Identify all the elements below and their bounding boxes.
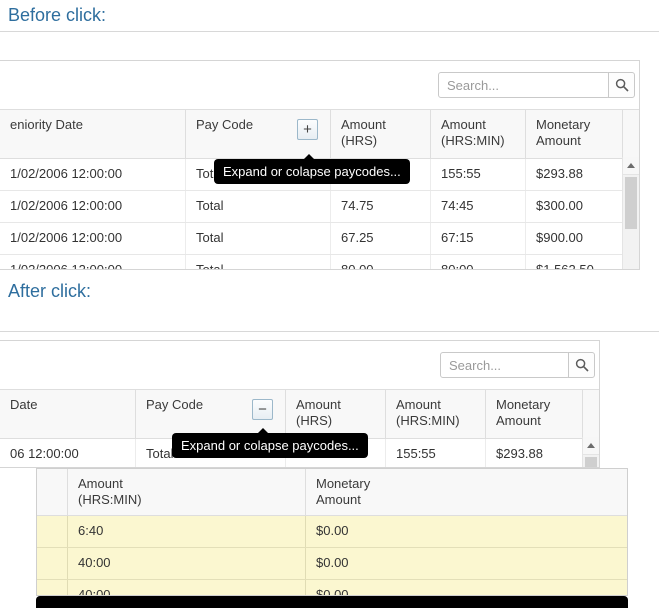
cell-seniority-date: 1/02/2006 12:00:00 — [0, 191, 185, 222]
column-header-seniority-date[interactable]: eniority Date — [0, 110, 185, 158]
search-button[interactable] — [568, 352, 595, 378]
cell-spacer — [37, 516, 67, 547]
cell-monetary-amount: $900.00 — [525, 223, 622, 254]
header-spacer — [622, 110, 638, 158]
header-row: Date Pay Code − Amount (HRS) Amount (HRS… — [0, 389, 599, 439]
cell-monetary-amount: $0.00 — [305, 548, 627, 579]
cell-monetary-amount: $293.88 — [485, 439, 582, 468]
header-row: Amount (HRS:MIN) Monetary Amount — [37, 469, 627, 516]
table-row[interactable]: 1/02/2006 12:00:00 Total 74.75 74:45 $30… — [0, 191, 639, 223]
column-header-pay-code[interactable]: Pay Code + — [185, 110, 330, 158]
expand-paycodes-button[interactable]: + — [297, 119, 318, 140]
cell-monetary-amount: $293.88 — [525, 159, 622, 190]
column-header-monetary-amount[interactable]: Monetary Amount — [485, 390, 582, 438]
scroll-up-icon — [627, 163, 635, 168]
column-header-amount-hrs[interactable]: Amount (HRS) — [285, 390, 385, 438]
cell-amount-hrsmin: 40:00 — [67, 548, 305, 579]
cell-amount-hrs: 74.75 — [330, 191, 430, 222]
search-icon — [615, 78, 629, 92]
column-header-amount-hrsmin[interactable]: Amount (HRS:MIN) — [430, 110, 525, 158]
search-button[interactable] — [608, 72, 635, 98]
column-header-monetary-amount[interactable]: Monetary Amount — [305, 469, 627, 515]
cell-monetary-amount: $1,562.50 — [525, 255, 622, 270]
cell-spacer — [37, 548, 67, 579]
column-header-spacer — [37, 469, 67, 515]
cell-pay-code: Total — [185, 191, 330, 222]
tooltip-callout-icon — [304, 154, 314, 159]
page: { "headings": { "before": "Before click:… — [0, 0, 659, 608]
cell-amount-hrsmin: 40:00 — [67, 580, 305, 596]
cell-spacer — [37, 580, 67, 596]
table-row[interactable]: 40:00 $0.00 — [37, 580, 627, 596]
vertical-scrollbar[interactable] — [622, 157, 639, 270]
cell-monetary-amount: $0.00 — [305, 516, 627, 547]
header-spacer — [582, 390, 598, 438]
cell-amount-hrsmin: 67:15 — [430, 223, 525, 254]
cutoff-tooltip — [36, 596, 628, 608]
after-heading: After click: — [8, 281, 91, 302]
collapse-paycodes-button[interactable]: − — [252, 399, 273, 420]
cell-amount-hrsmin: 155:55 — [385, 439, 485, 468]
divider — [0, 31, 659, 32]
tooltip-text: Expand or colapse paycodes... — [181, 438, 359, 453]
grid-toolbar — [0, 341, 599, 389]
header-row: eniority Date Pay Code + Amount (HRS) Am… — [0, 109, 639, 159]
tooltip-callout-icon — [258, 428, 268, 433]
cell-pay-code: Total — [185, 255, 330, 270]
cell-amount-hrsmin: 155:55 — [430, 159, 525, 190]
cell-seniority-date: 1/02/2006 12:00:00 — [0, 159, 185, 190]
column-header-amount-hrs[interactable]: Amount (HRS) — [330, 110, 430, 158]
scroll-up-icon — [587, 443, 595, 448]
cell-monetary-amount: $0.00 — [305, 580, 627, 596]
expanded-paycodes-grid: Amount (HRS:MIN) Monetary Amount 6:40 $0… — [36, 468, 628, 596]
search-input[interactable] — [440, 352, 570, 378]
divider — [0, 331, 659, 332]
cell-pay-code: Total — [185, 223, 330, 254]
before-heading: Before click: — [8, 5, 106, 26]
cell-amount-hrsmin: 6:40 — [67, 516, 305, 547]
table-row[interactable]: 1/02/2006 12:00:00 Total 67.25 67:15 $90… — [0, 223, 639, 255]
column-header-amount-hrsmin[interactable]: Amount (HRS:MIN) — [385, 390, 485, 438]
cell-date: 06 12:00:00 — [0, 439, 135, 468]
table-row[interactable]: 6:40 $0.00 — [37, 516, 627, 548]
scroll-up-button[interactable] — [623, 157, 639, 175]
scrollbar-thumb[interactable] — [585, 457, 597, 467]
column-header-date[interactable]: Date — [0, 390, 135, 438]
column-header-pay-code-label: Pay Code — [146, 397, 203, 413]
scroll-up-button[interactable] — [583, 437, 599, 455]
tooltip-text: Expand or colapse paycodes... — [223, 164, 401, 179]
table-row[interactable]: 40:00 $0.00 — [37, 548, 627, 580]
grid-toolbar — [0, 61, 639, 109]
cell-amount-hrsmin: 74:45 — [430, 191, 525, 222]
table-row[interactable]: 1/02/2006 12:00:00 Total 80.00 80:00 $1,… — [0, 255, 639, 270]
cell-monetary-amount: $300.00 — [525, 191, 622, 222]
cell-seniority-date: 1/02/2006 12:00:00 — [0, 223, 185, 254]
column-header-monetary-amount-label: Monetary Amount — [316, 476, 406, 508]
column-header-amount-hrsmin[interactable]: Amount (HRS:MIN) — [67, 469, 305, 515]
expand-collapse-tooltip: Expand or colapse paycodes... — [214, 159, 410, 184]
cell-amount-hrs: 67.25 — [330, 223, 430, 254]
column-header-amount-hrsmin-label: Amount (HRS:MIN) — [78, 476, 168, 508]
scrollbar-thumb[interactable] — [625, 177, 637, 229]
expand-collapse-tooltip: Expand or colapse paycodes... — [172, 433, 368, 458]
cell-amount-hrsmin: 80:00 — [430, 255, 525, 270]
search-icon — [575, 358, 589, 372]
search-input[interactable] — [438, 72, 610, 98]
column-header-pay-code-label: Pay Code — [196, 117, 253, 133]
cell-amount-hrs: 80.00 — [330, 255, 430, 270]
column-header-monetary-amount[interactable]: Monetary Amount — [525, 110, 622, 158]
vertical-scrollbar[interactable] — [582, 437, 599, 468]
cell-seniority-date: 1/02/2006 12:00:00 — [0, 255, 185, 270]
